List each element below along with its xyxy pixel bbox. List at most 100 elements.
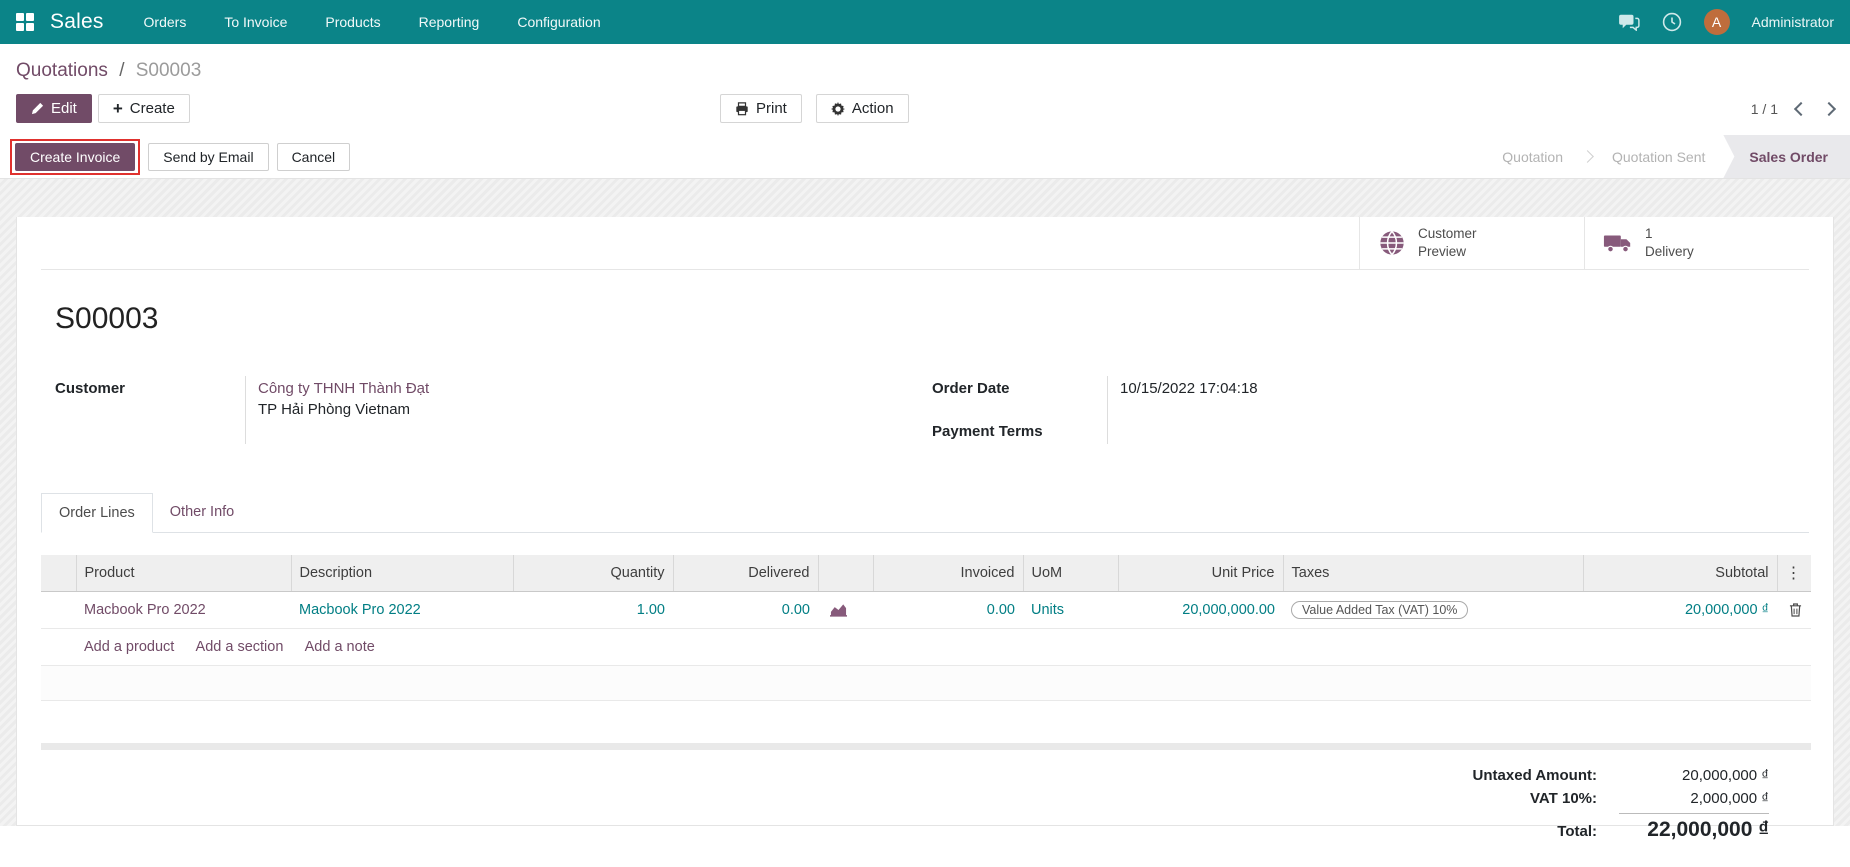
main-menu: Orders To Invoice Products Reporting Con… [144, 14, 601, 30]
create-invoice-button[interactable]: Create Invoice [15, 143, 135, 171]
activities-clock-icon[interactable] [1662, 12, 1682, 32]
smart-button-box: Customer Preview 1 Delivery [41, 217, 1809, 270]
printer-icon [735, 102, 749, 116]
control-panel: Edit + Create Print Action 1 / 1 [0, 86, 1850, 135]
action-button[interactable]: Action [816, 94, 909, 123]
totals-separator [41, 743, 1811, 750]
app-name[interactable]: Sales [50, 10, 104, 34]
pencil-icon [31, 102, 44, 115]
tutorial-highlight-box: Create Invoice [10, 139, 140, 175]
globe-icon [1378, 229, 1406, 257]
delivery-label: Delivery [1645, 244, 1694, 259]
vat-label: VAT 10%: [1369, 790, 1619, 807]
field-groups: Customer Công ty THNH Thành Đạt TP Hải P… [55, 376, 1809, 444]
edit-button[interactable]: Edit [16, 94, 92, 123]
untaxed-amount-value: 20,000,000 ₫ [1619, 767, 1769, 784]
stage-quotation[interactable]: Quotation [1484, 135, 1581, 178]
menu-reporting[interactable]: Reporting [419, 14, 480, 30]
cell-delivered: 0.00 [673, 592, 818, 629]
customer-preview-button[interactable]: Customer Preview [1359, 217, 1584, 269]
empty-row [41, 666, 1811, 701]
add-line-row: Add a product Add a section Add a note [41, 629, 1811, 666]
menu-to-invoice[interactable]: To Invoice [224, 14, 287, 30]
totals-block: Untaxed Amount: 20,000,000 ₫ VAT 10%: 2,… [1369, 764, 1769, 845]
column-taxes[interactable]: Taxes [1283, 555, 1583, 592]
table-header-row: Product Description Quantity Delivered I… [41, 555, 1811, 592]
cell-quantity: 1.00 [513, 592, 673, 629]
breadcrumb-quotations[interactable]: Quotations [16, 60, 108, 81]
delivery-count: 1 [1645, 226, 1653, 241]
statusbar: Create Invoice Send by Email Cancel Quot… [0, 135, 1850, 179]
column-description[interactable]: Description [291, 555, 513, 592]
breadcrumb-current: S00003 [136, 60, 202, 81]
column-delivered[interactable]: Delivered [673, 555, 818, 592]
menu-orders[interactable]: Orders [144, 14, 187, 30]
tax-tag[interactable]: Value Added Tax (VAT) 10% [1291, 601, 1468, 619]
pager-value: 1 / 1 [1751, 101, 1778, 117]
apps-menu-icon[interactable] [16, 13, 34, 31]
print-button[interactable]: Print [720, 94, 802, 123]
order-lines-table: Product Description Quantity Delivered I… [41, 555, 1811, 701]
handle-column-header [41, 555, 76, 592]
menu-configuration[interactable]: Configuration [517, 14, 600, 30]
customer-field-label: Customer [55, 376, 245, 444]
add-a-product-link[interactable]: Add a product [84, 639, 174, 655]
cell-taxes: Value Added Tax (VAT) 10% [1283, 592, 1583, 629]
user-avatar[interactable]: A [1704, 9, 1730, 35]
forecast-chart-icon[interactable] [830, 603, 847, 617]
print-button-label: Print [756, 100, 787, 117]
messages-icon[interactable] [1618, 13, 1640, 31]
menu-products[interactable]: Products [325, 14, 380, 30]
delete-cell [1777, 592, 1811, 629]
tab-other-info[interactable]: Other Info [153, 493, 251, 533]
customer-link[interactable]: Công ty THNH Thành Đạt [258, 380, 932, 397]
notebook-tabs: Order Lines Other Info [41, 492, 1809, 533]
stage-pipeline: Quotation Quotation Sent Sales Order [1484, 135, 1850, 178]
stage-quotation-sent[interactable]: Quotation Sent [1594, 135, 1723, 178]
create-button-label: Create [130, 100, 175, 117]
column-unit-price[interactable]: Unit Price [1118, 555, 1283, 592]
add-a-note-link[interactable]: Add a note [305, 639, 375, 655]
column-quantity[interactable]: Quantity [513, 555, 673, 592]
forecast-column-header [818, 555, 873, 592]
delivery-button[interactable]: 1 Delivery [1584, 217, 1809, 269]
create-button[interactable]: + Create [98, 94, 190, 123]
form-background: Customer Preview 1 Delivery S00003 Custo… [0, 179, 1850, 826]
forecast-cell [818, 592, 873, 629]
order-line-row[interactable]: Macbook Pro 2022 Macbook Pro 2022 1.00 0… [41, 592, 1811, 629]
untaxed-amount-label: Untaxed Amount: [1369, 767, 1619, 784]
optional-columns-icon[interactable]: ⋮ [1777, 555, 1811, 592]
total-value: 22,000,000 ₫ [1619, 813, 1769, 842]
pager-previous-icon[interactable] [1794, 101, 1808, 115]
pager-next-icon[interactable] [1822, 101, 1836, 115]
send-by-email-button[interactable]: Send by Email [148, 143, 268, 171]
top-navbar: Sales Orders To Invoice Products Reporti… [0, 0, 1850, 44]
cancel-button[interactable]: Cancel [277, 143, 351, 171]
customer-address: TP Hải Phòng Vietnam [258, 401, 932, 418]
cell-description[interactable]: Macbook Pro 2022 [291, 592, 513, 629]
tab-order-lines[interactable]: Order Lines [41, 493, 153, 533]
stage-separator-icon [1581, 150, 1594, 163]
add-a-section-link[interactable]: Add a section [196, 639, 284, 655]
cell-uom: Units [1023, 592, 1118, 629]
stage-sales-order[interactable]: Sales Order [1723, 135, 1850, 178]
cell-product[interactable]: Macbook Pro 2022 [76, 592, 291, 629]
record-title: S00003 [55, 302, 1809, 336]
column-uom[interactable]: UoM [1023, 555, 1118, 592]
payment-terms-label: Payment Terms [932, 419, 1107, 444]
order-date-value: 10/15/2022 17:04:18 [1120, 380, 1379, 397]
breadcrumb-separator: / [119, 60, 124, 81]
column-invoiced[interactable]: Invoiced [873, 555, 1023, 592]
total-label: Total: [1369, 823, 1619, 840]
breadcrumb: Quotations / S00003 [0, 44, 1850, 86]
gear-icon [831, 102, 845, 116]
edit-button-label: Edit [51, 100, 77, 117]
cell-invoiced: 0.00 [873, 592, 1023, 629]
truck-icon [1603, 231, 1633, 255]
cell-unit-price: 20,000,000.00 [1118, 592, 1283, 629]
user-name[interactable]: Administrator [1752, 14, 1834, 30]
column-product[interactable]: Product [76, 555, 291, 592]
cell-subtotal: 20,000,000 ₫ [1583, 592, 1777, 629]
trash-icon[interactable] [1789, 603, 1802, 617]
column-subtotal[interactable]: Subtotal [1583, 555, 1777, 592]
